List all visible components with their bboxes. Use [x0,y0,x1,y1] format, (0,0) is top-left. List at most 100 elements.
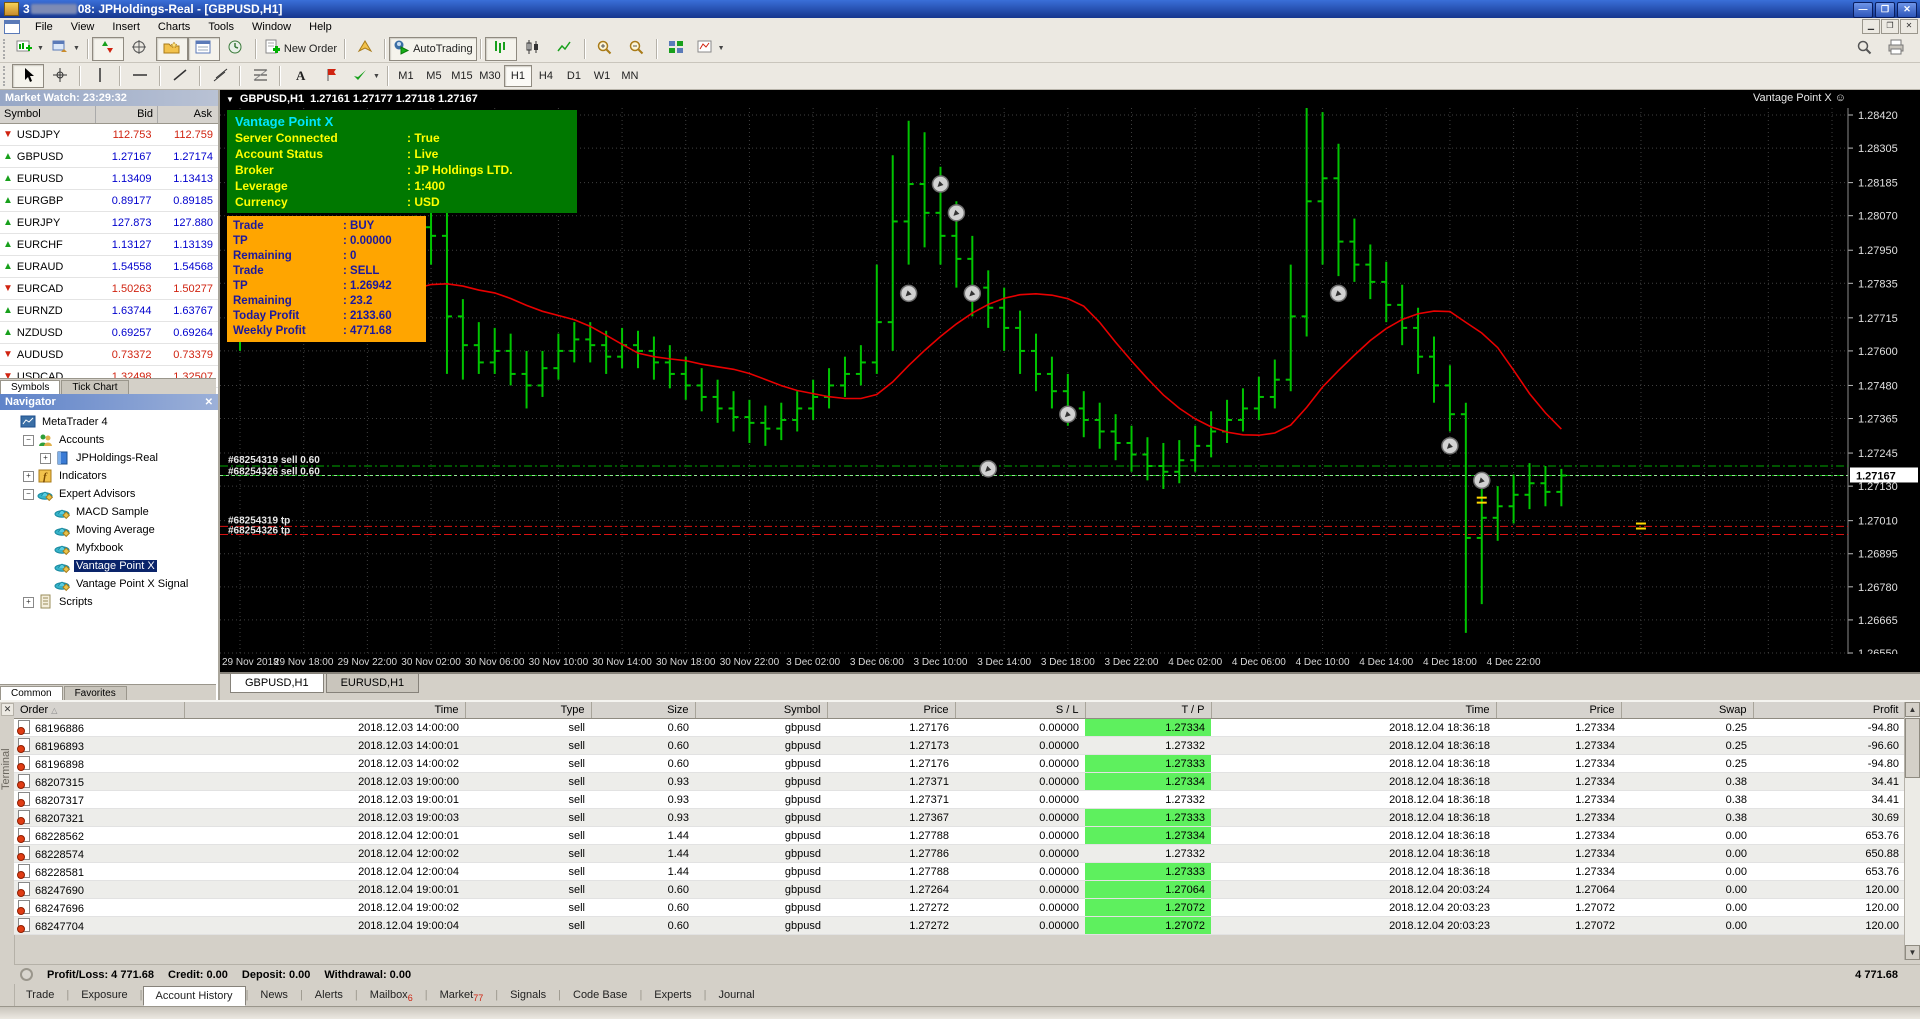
timeframe-m15-button[interactable]: M15 [448,65,476,87]
table-row[interactable]: 68196886 2018.12.03 14:00:00 sell 0.60 g… [14,718,1905,737]
table-row[interactable]: 68247696 2018.12.04 19:00:02 sell 0.60 g… [14,898,1905,917]
market-watch-row[interactable]: ▲ EURAUD 1.54558 1.54568 [0,256,218,278]
tab-symbols[interactable]: Symbols [0,380,61,394]
table-row[interactable]: 68207321 2018.12.03 19:00:03 sell 0.93 g… [14,808,1905,827]
timeframe-m30-button[interactable]: M30 [476,65,504,87]
menu-insert[interactable]: Insert [103,20,149,34]
arrows-tool-button[interactable]: ▼ [348,64,384,88]
tree-collapse-icon[interactable]: − [23,488,34,500]
order-marker[interactable] [1329,284,1348,303]
tree-expand-icon[interactable]: + [23,470,34,482]
order-marker[interactable] [1473,471,1491,490]
navigator-toggle-button[interactable] [155,36,188,61]
tab-tick-chart[interactable]: Tick Chart [61,380,129,394]
terminal-tab-account-history[interactable]: Account History [142,986,246,1006]
terminal-tab-code-base[interactable]: Code Base [561,986,639,1004]
navigator-item[interactable]: MACD Sample [0,503,218,521]
table-row[interactable]: 68247690 2018.12.04 19:00:01 sell 0.60 g… [14,880,1905,899]
table-row[interactable]: 68207317 2018.12.03 19:00:01 sell 0.93 g… [14,790,1905,809]
text-tool-button[interactable]: A [284,64,316,88]
column-header-time-close[interactable]: Time [1211,702,1497,719]
scroll-down-icon[interactable]: ▼ [1905,945,1920,960]
terminal-tab-news[interactable]: News [248,986,300,1004]
zoom-in-button[interactable] [589,37,621,61]
terminal-tab-mailbox[interactable]: Mailbox6 [358,986,425,1006]
market-watch-row[interactable]: ▼ USDJPY 112.753 112.759 [0,124,218,146]
terminal-tab-market[interactable]: Market77 [428,986,496,1006]
menu-window[interactable]: Window [243,20,300,34]
menu-view[interactable]: View [62,20,104,34]
autotrading-button[interactable]: AutoTrading [389,36,477,61]
terminal-tab-trade[interactable]: Trade [14,986,66,1004]
terminal-tab-experts[interactable]: Experts [642,986,703,1004]
metaeditor-button[interactable] [349,37,381,61]
terminal-tab-journal[interactable]: Journal [706,986,766,1004]
data-window-button[interactable] [124,37,156,61]
close-button[interactable]: ✕ [1897,2,1917,18]
bar-chart-mode-button[interactable] [484,36,517,61]
search-button[interactable] [1848,37,1880,61]
market-watch-row[interactable]: ▼ EURCAD 1.50263 1.50277 [0,278,218,300]
column-bid[interactable]: Bid [96,106,158,123]
navigator-item[interactable]: + Scripts [0,593,218,611]
terminal-tab-exposure[interactable]: Exposure [69,986,139,1004]
table-row[interactable]: 68228581 2018.12.04 12:00:04 sell 1.44 g… [14,862,1905,881]
chart-tab-eurusd[interactable]: EURUSD,H1 [325,674,420,693]
timeframe-m5-button[interactable]: M5 [420,65,448,87]
new-chart-button[interactable]: ▼ [12,37,48,61]
child-minimize-button[interactable]: ▁ [1862,19,1880,34]
navigator-item[interactable]: − Expert Advisors [0,485,218,503]
menu-help[interactable]: Help [300,20,341,34]
profiles-button[interactable]: ▼ [48,37,84,61]
restore-button[interactable]: ❐ [1875,2,1895,18]
table-row[interactable]: 68228562 2018.12.04 12:00:01 sell 1.44 g… [14,826,1905,845]
child-restore-button[interactable]: ❐ [1881,19,1899,34]
tree-collapse-icon[interactable]: − [23,434,34,446]
column-symbol[interactable]: Symbol [0,106,96,123]
column-header-time[interactable]: Time [184,702,466,719]
navigator-item[interactable]: Myfxbook [0,539,218,557]
column-header-sl[interactable]: S / L [955,702,1086,719]
column-ask[interactable]: Ask [158,106,216,123]
column-header-symbol[interactable]: Symbol [695,702,828,719]
table-row[interactable]: 68247704 2018.12.04 19:00:04 sell 0.60 g… [14,916,1905,935]
order-marker[interactable] [931,175,950,193]
column-header-order[interactable]: Order △ [14,702,185,719]
scroll-up-icon[interactable]: ▲ [1905,702,1920,717]
scrollbar-thumb[interactable] [1905,718,1920,778]
terminal-toggle-button[interactable] [187,36,220,61]
indicators-list-button[interactable]: ▼ [693,37,729,61]
terminal-tab-alerts[interactable]: Alerts [303,986,355,1004]
minimize-button[interactable]: — [1853,2,1873,18]
table-scrollbar[interactable]: ▲ ▼ [1904,702,1920,960]
column-header-profit-close[interactable]: Profit [1753,702,1906,719]
zoom-out-button[interactable] [621,37,653,61]
menu-tools[interactable]: Tools [199,20,243,34]
navigator-item[interactable]: + f Indicators [0,467,218,485]
table-row[interactable]: 68228574 2018.12.04 12:00:02 sell 1.44 g… [14,844,1905,863]
time-axis[interactable]: 29 Nov 2018 29 Nov 18:00 29 Nov 22:00 30 No… [220,654,1920,672]
trendline-tool-button[interactable] [164,64,196,88]
terminal-tab-signals[interactable]: Signals [498,986,558,1004]
order-marker[interactable] [979,460,997,478]
order-marker[interactable] [947,204,966,222]
chart-window[interactable]: ▼ GBPUSD,H1 1.27161 1.27177 1.27118 1.27… [220,90,1920,700]
order-marker[interactable] [1059,405,1077,423]
candle-chart-mode-button[interactable] [517,37,549,61]
tree-expand-icon[interactable]: + [40,452,51,464]
table-row[interactable]: 68207315 2018.12.03 19:00:00 sell 0.93 g… [14,772,1905,791]
market-watch-row[interactable]: ▲ NZDUSD 0.69257 0.69264 [0,322,218,344]
label-tool-button[interactable] [316,64,348,88]
order-marker[interactable] [963,284,982,303]
column-header-price-close[interactable]: Price [1496,702,1622,719]
timeframe-m1-button[interactable]: M1 [392,65,420,87]
market-watch-row[interactable]: ▲ EURUSD 1.13409 1.13413 [0,168,218,190]
navigator-item[interactable]: Moving Average [0,521,218,539]
market-watch-row[interactable]: ▲ EURNZD 1.63744 1.63767 [0,300,218,322]
market-watch-row[interactable]: ▲ EURJPY 127.873 127.880 [0,212,218,234]
column-header-type[interactable]: Type [465,702,592,719]
market-watch-row[interactable]: ▲ EURCHF 1.13127 1.13139 [0,234,218,256]
chart-tab-gbpusd[interactable]: GBPUSD,H1 [230,674,324,693]
market-watch-toggle-button[interactable] [91,36,124,61]
cursor-tool-button[interactable] [12,64,44,88]
